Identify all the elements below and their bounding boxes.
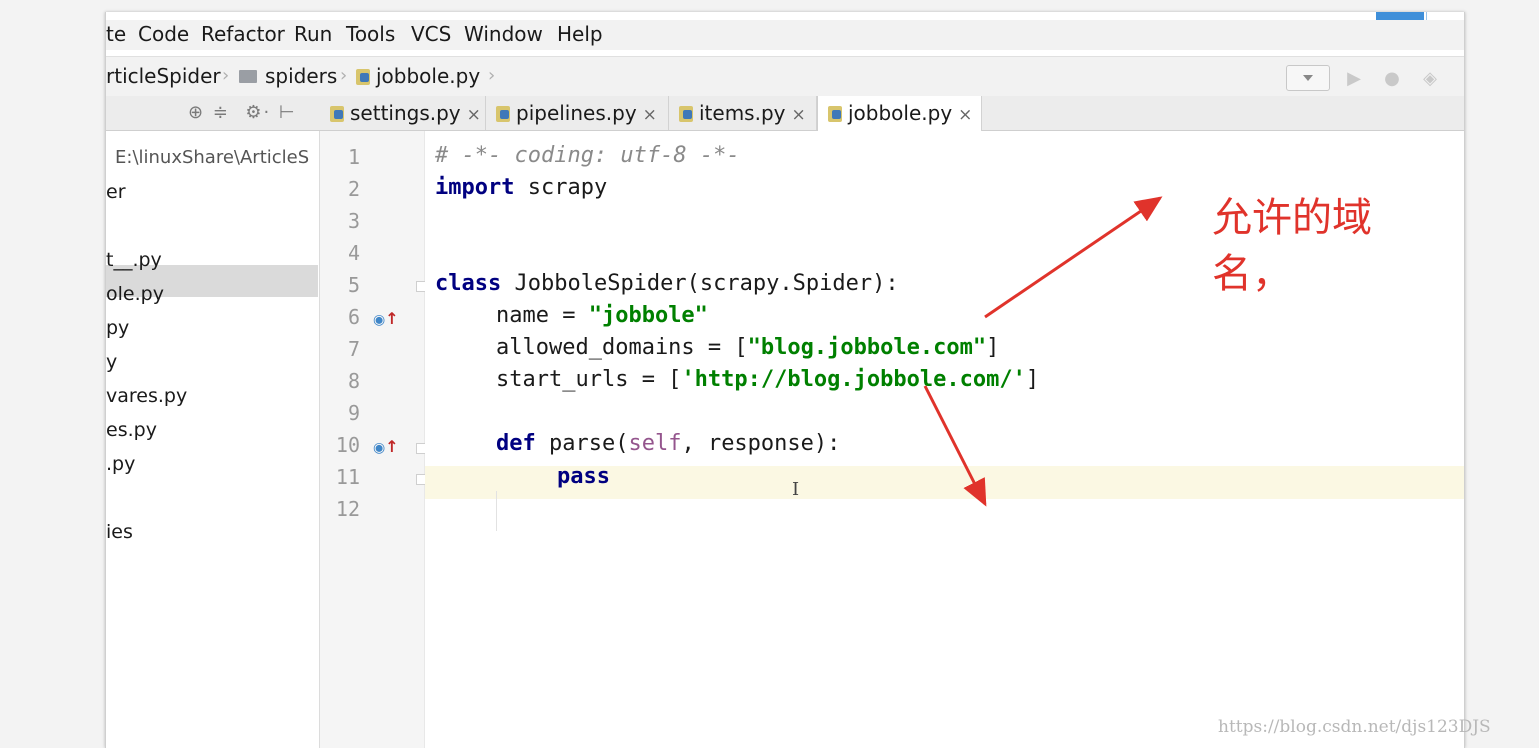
annotation-arrows	[923, 196, 1163, 507]
watermark: https://blog.csdn.net/djs123DJS	[1218, 717, 1491, 737]
arrow-up-icon	[984, 196, 1163, 319]
annotation-note: 允许的域名，	[1212, 195, 1372, 297]
arrow-down-icon	[923, 385, 987, 507]
